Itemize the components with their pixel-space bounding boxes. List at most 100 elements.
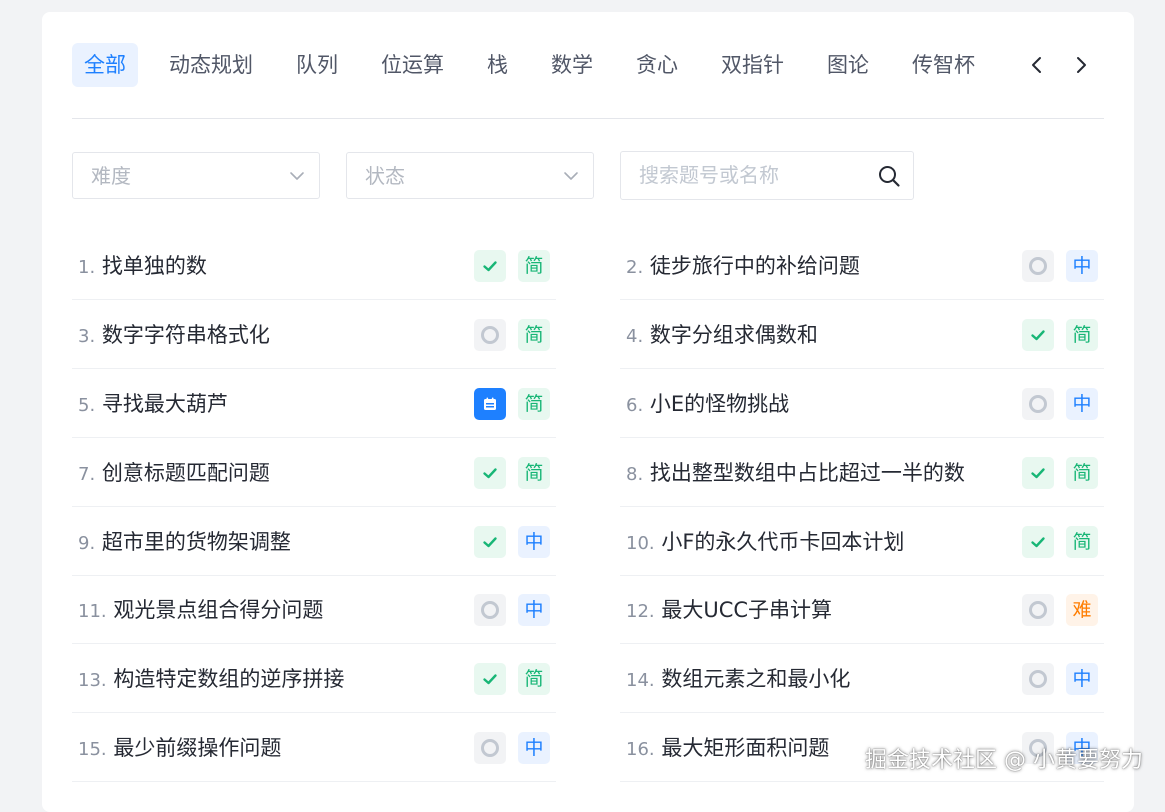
problem-title[interactable]: 6. 小E的怪物挑战 [626,370,789,440]
problem-title[interactable]: 2. 徒步旅行中的补给问题 [626,232,860,302]
problem-number: 4. [626,325,644,347]
problem-row[interactable]: 9. 超市里的货物架调整 中 [72,508,556,576]
difficulty-badge: 简 [518,318,550,351]
tab-7[interactable]: 双指针 [709,43,796,87]
difficulty-select[interactable]: 难度 [72,152,320,199]
tab-4[interactable]: 栈 [475,43,520,87]
tab-8[interactable]: 图论 [815,43,881,87]
problem-row[interactable]: 8. 找出整型数组中占比超过一半的数 简 [620,439,1104,507]
circle-icon [481,601,499,620]
problem-name: 数字分组求偶数和 [649,322,818,347]
problem-row[interactable]: 3. 数字字符串格式化 简 [72,301,556,369]
status-solved [1022,456,1054,489]
tabs-next-button[interactable] [1068,43,1094,87]
check-icon [483,536,497,547]
check-icon [483,467,497,478]
problem-name: 构造特定数组的逆序拼接 [113,667,345,692]
check-icon [483,674,497,685]
problem-name: 最少前缀操作问题 [113,736,282,761]
status-select-placeholder: 状态 [365,164,405,188]
problem-column-left: 1. 找单独的数简 3. 数字字符串格式化简 5. 寻找最大葫芦简 7. 创意标题匹配… [72,232,556,783]
problem-title[interactable]: 15. 最少前缀操作问题 [78,714,281,784]
difficulty-badge: 难 [1066,594,1098,627]
problem-title[interactable]: 9. 超市里的货物架调整 [78,508,291,578]
difficulty-badge: 简 [1066,318,1098,351]
problem-number: 15. [78,739,107,761]
problem-name: 小F的永久代币卡回本计划 [661,529,905,554]
status-solved [474,250,506,282]
problem-name: 最大矩形面积问题 [661,736,830,761]
search-icon[interactable] [877,164,901,188]
problem-title[interactable]: 14. 数组元素之和最小化 [626,645,850,715]
status-solved [474,456,506,489]
search-input[interactable] [639,160,859,190]
circle-icon [1029,670,1047,689]
problem-name: 寻找最大葫芦 [101,391,228,416]
tab-9[interactable]: 传智杯 [900,43,987,87]
difficulty-badge: 简 [518,387,550,420]
tabs-prev-button[interactable] [1024,43,1050,87]
tab-6[interactable]: 贪心 [624,43,690,87]
tab-2[interactable]: 队列 [284,43,350,87]
circle-icon [481,325,499,344]
watermark: 掘金技术社区 @ 小黄要努力 [865,748,1143,773]
problem-row[interactable]: 5. 寻找最大葫芦 简 [72,370,556,438]
problem-row[interactable]: 2. 徒步旅行中的补给问题 中 [620,232,1104,300]
problem-name: 观光景点组合得分问题 [113,598,324,623]
problem-title[interactable]: 13. 构造特定数组的逆序拼接 [78,645,344,715]
status-solved [474,663,506,696]
problem-name: 数组元素之和最小化 [661,667,851,692]
status-select[interactable]: 状态 [346,152,594,199]
problem-name: 找单独的数 [101,254,207,278]
problem-column-right: 2. 徒步旅行中的补给问题中 4. 数字分组求偶数和简 6. 小E的怪物挑战中 8. … [620,232,1104,783]
tabs-divider [72,118,1104,119]
problem-title[interactable]: 5. 寻找最大葫芦 [78,370,228,440]
problem-row[interactable]: 4. 数字分组求偶数和 简 [620,301,1104,369]
problem-title[interactable]: 12. 最大UCC子串计算 [626,576,832,646]
problem-number: 9. [78,532,96,554]
problem-name: 最大UCC子串计算 [661,598,833,623]
difficulty-badge: 中 [518,732,550,765]
chevron-left-icon [1032,57,1041,73]
problem-row[interactable]: 14. 数组元素之和最小化 中 [620,645,1104,715]
tab-5[interactable]: 数学 [539,43,605,87]
problem-row[interactable]: 11. 观光景点组合得分问题 中 [72,576,556,646]
problem-title[interactable]: 11. 观光景点组合得分问题 [78,576,323,646]
problem-number: 5. [78,394,96,416]
problem-row[interactable]: 13. 构造特定数组的逆序拼接 简 [72,645,556,715]
tab-1[interactable]: 动态规划 [157,43,265,87]
problem-row[interactable]: 1. 找单独的数 简 [72,232,556,300]
status-unsolved [1022,250,1054,282]
status-unsolved [474,732,506,765]
problem-number: 6. [626,394,644,416]
problem-row[interactable]: 12. 最大UCC子串计算 难 [620,576,1104,646]
difficulty-badge: 简 [518,663,550,696]
difficulty-badge: 中 [1066,663,1098,696]
problem-title[interactable]: 10. 小F的永久代币卡回本计划 [626,508,904,578]
check-icon [1031,467,1045,478]
check-icon [1031,330,1045,341]
problem-number: 7. [78,463,96,485]
tab-0[interactable]: 全部 [72,43,138,87]
problem-title[interactable]: 1. 找单独的数 [78,232,207,302]
problem-number: 3. [78,325,96,347]
problem-title[interactable]: 16. 最大矩形面积问题 [626,714,829,784]
problem-title[interactable]: 8. 找出整型数组中占比超过一半的数 [626,439,965,509]
problem-number: 12. [626,601,655,623]
problem-row[interactable]: 15. 最少前缀操作问题 中 [72,714,556,784]
problem-name: 超市里的货物架调整 [101,529,291,554]
chevron-right-icon [1077,57,1086,73]
problem-row[interactable]: 10. 小F的永久代币卡回本计划 简 [620,508,1104,576]
difficulty-badge: 中 [1066,387,1098,420]
problem-row[interactable]: 6. 小E的怪物挑战 中 [620,370,1104,438]
problem-number: 14. [626,670,655,692]
problem-title[interactable]: 3. 数字字符串格式化 [78,301,270,371]
tab-3[interactable]: 位运算 [369,43,456,87]
difficulty-select-placeholder: 难度 [91,164,131,188]
circle-icon [481,739,499,758]
status-unsolved [1022,594,1054,627]
problem-title[interactable]: 4. 数字分组求偶数和 [626,301,818,371]
problem-title[interactable]: 7. 创意标题匹配问题 [78,439,270,509]
problem-row[interactable]: 7. 创意标题匹配问题 简 [72,439,556,507]
status-unsolved [1022,663,1054,696]
